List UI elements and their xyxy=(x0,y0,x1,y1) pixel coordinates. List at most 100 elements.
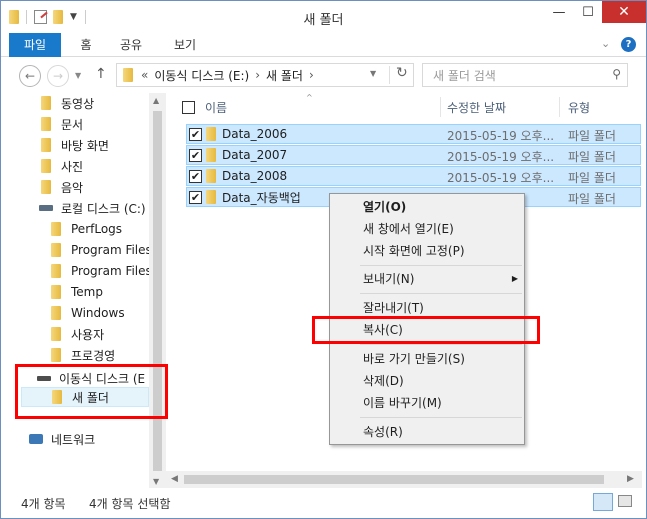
scroll-right-icon[interactable]: ▶ xyxy=(627,474,634,484)
menu-item-send-to[interactable]: 보내기(N) ▶ xyxy=(330,268,526,290)
ribbon-tabs: 파일 홈 공유 보기 ⌄ ? xyxy=(1,33,646,57)
maximize-button[interactable]: ☐ xyxy=(574,1,602,23)
tab-home[interactable]: 홈 xyxy=(73,33,99,57)
documents-folder-icon xyxy=(39,117,53,131)
table-row[interactable]: ✔ Data_2007 2015-05-19 오후... 파일 폴더 xyxy=(186,145,641,165)
row-checkbox[interactable]: ✔ xyxy=(189,169,202,183)
nav-item-music[interactable]: 음악 xyxy=(39,177,83,197)
folder-icon xyxy=(206,148,216,162)
menu-item-delete[interactable]: 삭제(D) xyxy=(330,370,526,392)
file-type: 파일 폴더 xyxy=(568,129,616,143)
table-row[interactable]: ✔ Data_2006 2015-05-19 오후... 파일 폴더 xyxy=(186,124,641,144)
search-box[interactable]: 새 폴더 검색 ⚲ xyxy=(422,63,628,87)
scroll-left-icon[interactable]: ◀ xyxy=(171,474,178,484)
folder-icon xyxy=(49,285,63,299)
folder-icon xyxy=(206,190,216,204)
status-bar: 4개 항목 4개 항목 선택함 xyxy=(1,488,646,518)
menu-item-open[interactable]: 열기(O) xyxy=(330,196,526,218)
navigation-bar: ← → ▼ ↑ « 이동식 디스크 (E:) › 새 폴더 › ▼ ↻ 새 폴더… xyxy=(1,57,646,93)
folder-icon xyxy=(206,127,216,141)
file-type: 파일 폴더 xyxy=(568,150,616,164)
expand-ribbon-icon[interactable]: ⌄ xyxy=(601,37,610,50)
menu-item-open-new-window[interactable]: 새 창에서 열기(E) xyxy=(330,218,526,240)
large-icons-view-icon[interactable] xyxy=(618,495,632,507)
scroll-down-icon[interactable]: ▼ xyxy=(153,477,159,486)
nav-item-videos[interactable]: 동영상 xyxy=(39,93,94,113)
file-name: Data_2008 xyxy=(222,169,288,183)
tab-view[interactable]: 보기 xyxy=(167,33,203,57)
menu-item-cut[interactable]: 잘라내기(T) xyxy=(330,297,526,319)
horizontal-scroll-thumb[interactable] xyxy=(184,475,604,484)
column-header-name[interactable]: 이름 xyxy=(180,95,227,119)
back-button[interactable]: ← xyxy=(19,65,41,87)
scroll-up-icon[interactable]: ▲ xyxy=(153,96,159,105)
nav-item-folder[interactable]: 프로경영 xyxy=(49,345,149,365)
nav-item-program-files[interactable]: Program Files xyxy=(49,240,149,260)
folder-icon xyxy=(49,327,63,341)
folder-icon xyxy=(49,306,63,320)
menu-item-pin-to-start[interactable]: 시작 화면에 고정(P) xyxy=(330,240,526,262)
nav-item-removable-disk[interactable]: 이동식 디스크 (E xyxy=(37,368,149,388)
file-name: Data_2007 xyxy=(222,148,288,162)
explorer-window: ▼ 새 폴더 — ☐ ✕ 파일 홈 공유 보기 ⌄ ? ← → ▼ ↑ « 이동… xyxy=(0,0,647,519)
details-view-icon[interactable] xyxy=(593,493,613,511)
nav-item-perflogs[interactable]: PerfLogs xyxy=(49,219,149,239)
nav-item-windows[interactable]: Windows xyxy=(49,303,149,323)
menu-item-properties[interactable]: 속성(R) xyxy=(330,421,526,443)
breadcrumb-overflow[interactable]: « xyxy=(141,68,148,82)
table-row[interactable]: ✔ Data_2008 2015-05-19 오후... 파일 폴더 xyxy=(186,166,641,186)
column-header-modified[interactable]: 수정한 날짜 xyxy=(447,95,506,119)
folder-icon xyxy=(206,169,216,183)
address-bar[interactable]: « 이동식 디스크 (E:) › 새 폴더 › ▼ ↻ xyxy=(116,63,414,87)
nav-item-new-folder[interactable]: 새 폴더 xyxy=(21,387,149,407)
menu-item-create-shortcut[interactable]: 바로 가기 만들기(S) xyxy=(330,348,526,370)
menu-item-copy[interactable]: 복사(C) xyxy=(330,319,526,341)
breadcrumb-separator[interactable]: › xyxy=(255,68,260,82)
breadcrumb-removable-disk[interactable]: 이동식 디스크 (E:) xyxy=(154,67,249,84)
breadcrumb-new-folder[interactable]: 새 폴더 xyxy=(266,67,303,84)
nav-item-desktop[interactable]: 바탕 화면 xyxy=(39,135,109,155)
tab-file[interactable]: 파일 xyxy=(9,33,61,57)
submenu-arrow-icon: ▶ xyxy=(511,274,518,283)
nav-item-program-files-x86[interactable]: Program Files ( xyxy=(49,261,149,281)
address-dropdown-icon[interactable]: ▼ xyxy=(370,69,376,78)
nav-item-users[interactable]: 사용자 xyxy=(49,324,149,344)
search-icon[interactable]: ⚲ xyxy=(612,67,621,81)
address-folder-icon xyxy=(123,68,133,82)
recent-locations-icon[interactable]: ▼ xyxy=(75,71,81,80)
row-checkbox[interactable]: ✔ xyxy=(189,190,202,204)
nav-item-local-disk[interactable]: 로컬 디스크 (C:) xyxy=(39,198,146,218)
nav-item-pictures[interactable]: 사진 xyxy=(39,156,83,176)
nav-item-network[interactable]: 네트워크 xyxy=(29,429,95,449)
file-name: Data_자동백업 xyxy=(222,190,301,205)
row-checkbox[interactable]: ✔ xyxy=(189,127,202,141)
title-bar: ▼ 새 폴더 — ☐ ✕ xyxy=(1,1,646,33)
forward-button[interactable]: → xyxy=(47,65,69,87)
help-icon[interactable]: ? xyxy=(621,37,636,52)
file-type: 파일 폴더 xyxy=(568,192,616,206)
row-checkbox[interactable]: ✔ xyxy=(189,148,202,162)
breadcrumb-separator[interactable]: › xyxy=(309,68,314,82)
music-folder-icon xyxy=(39,180,53,194)
menu-item-rename[interactable]: 이름 바꾸기(M) xyxy=(330,392,526,414)
file-name: Data_2006 xyxy=(222,127,288,141)
network-icon xyxy=(29,432,43,446)
nav-pane-scroll-thumb[interactable] xyxy=(153,111,162,471)
selected-count: 4개 항목 선택함 xyxy=(89,496,171,511)
menu-separator xyxy=(360,417,522,418)
menu-separator xyxy=(360,293,522,294)
nav-item-temp[interactable]: Temp xyxy=(49,282,149,302)
up-arrow-icon[interactable]: ↑ xyxy=(95,66,107,82)
navigation-pane: 동영상 문서 바탕 화면 사진 음악 로컬 디스크 (C:) PerfLogs … xyxy=(1,93,166,488)
select-all-checkbox[interactable] xyxy=(182,100,195,114)
nav-item-documents[interactable]: 문서 xyxy=(39,114,83,134)
refresh-icon[interactable]: ↻ xyxy=(396,65,408,81)
menu-separator xyxy=(360,265,522,266)
file-modified: 2015-05-19 오후... xyxy=(447,150,555,164)
local-disk-icon xyxy=(39,201,53,215)
close-button[interactable]: ✕ xyxy=(602,1,646,23)
folder-icon xyxy=(49,222,63,236)
minimize-button[interactable]: — xyxy=(544,1,574,23)
column-header-type[interactable]: 유형 xyxy=(568,95,590,119)
tab-share[interactable]: 공유 xyxy=(113,33,149,57)
